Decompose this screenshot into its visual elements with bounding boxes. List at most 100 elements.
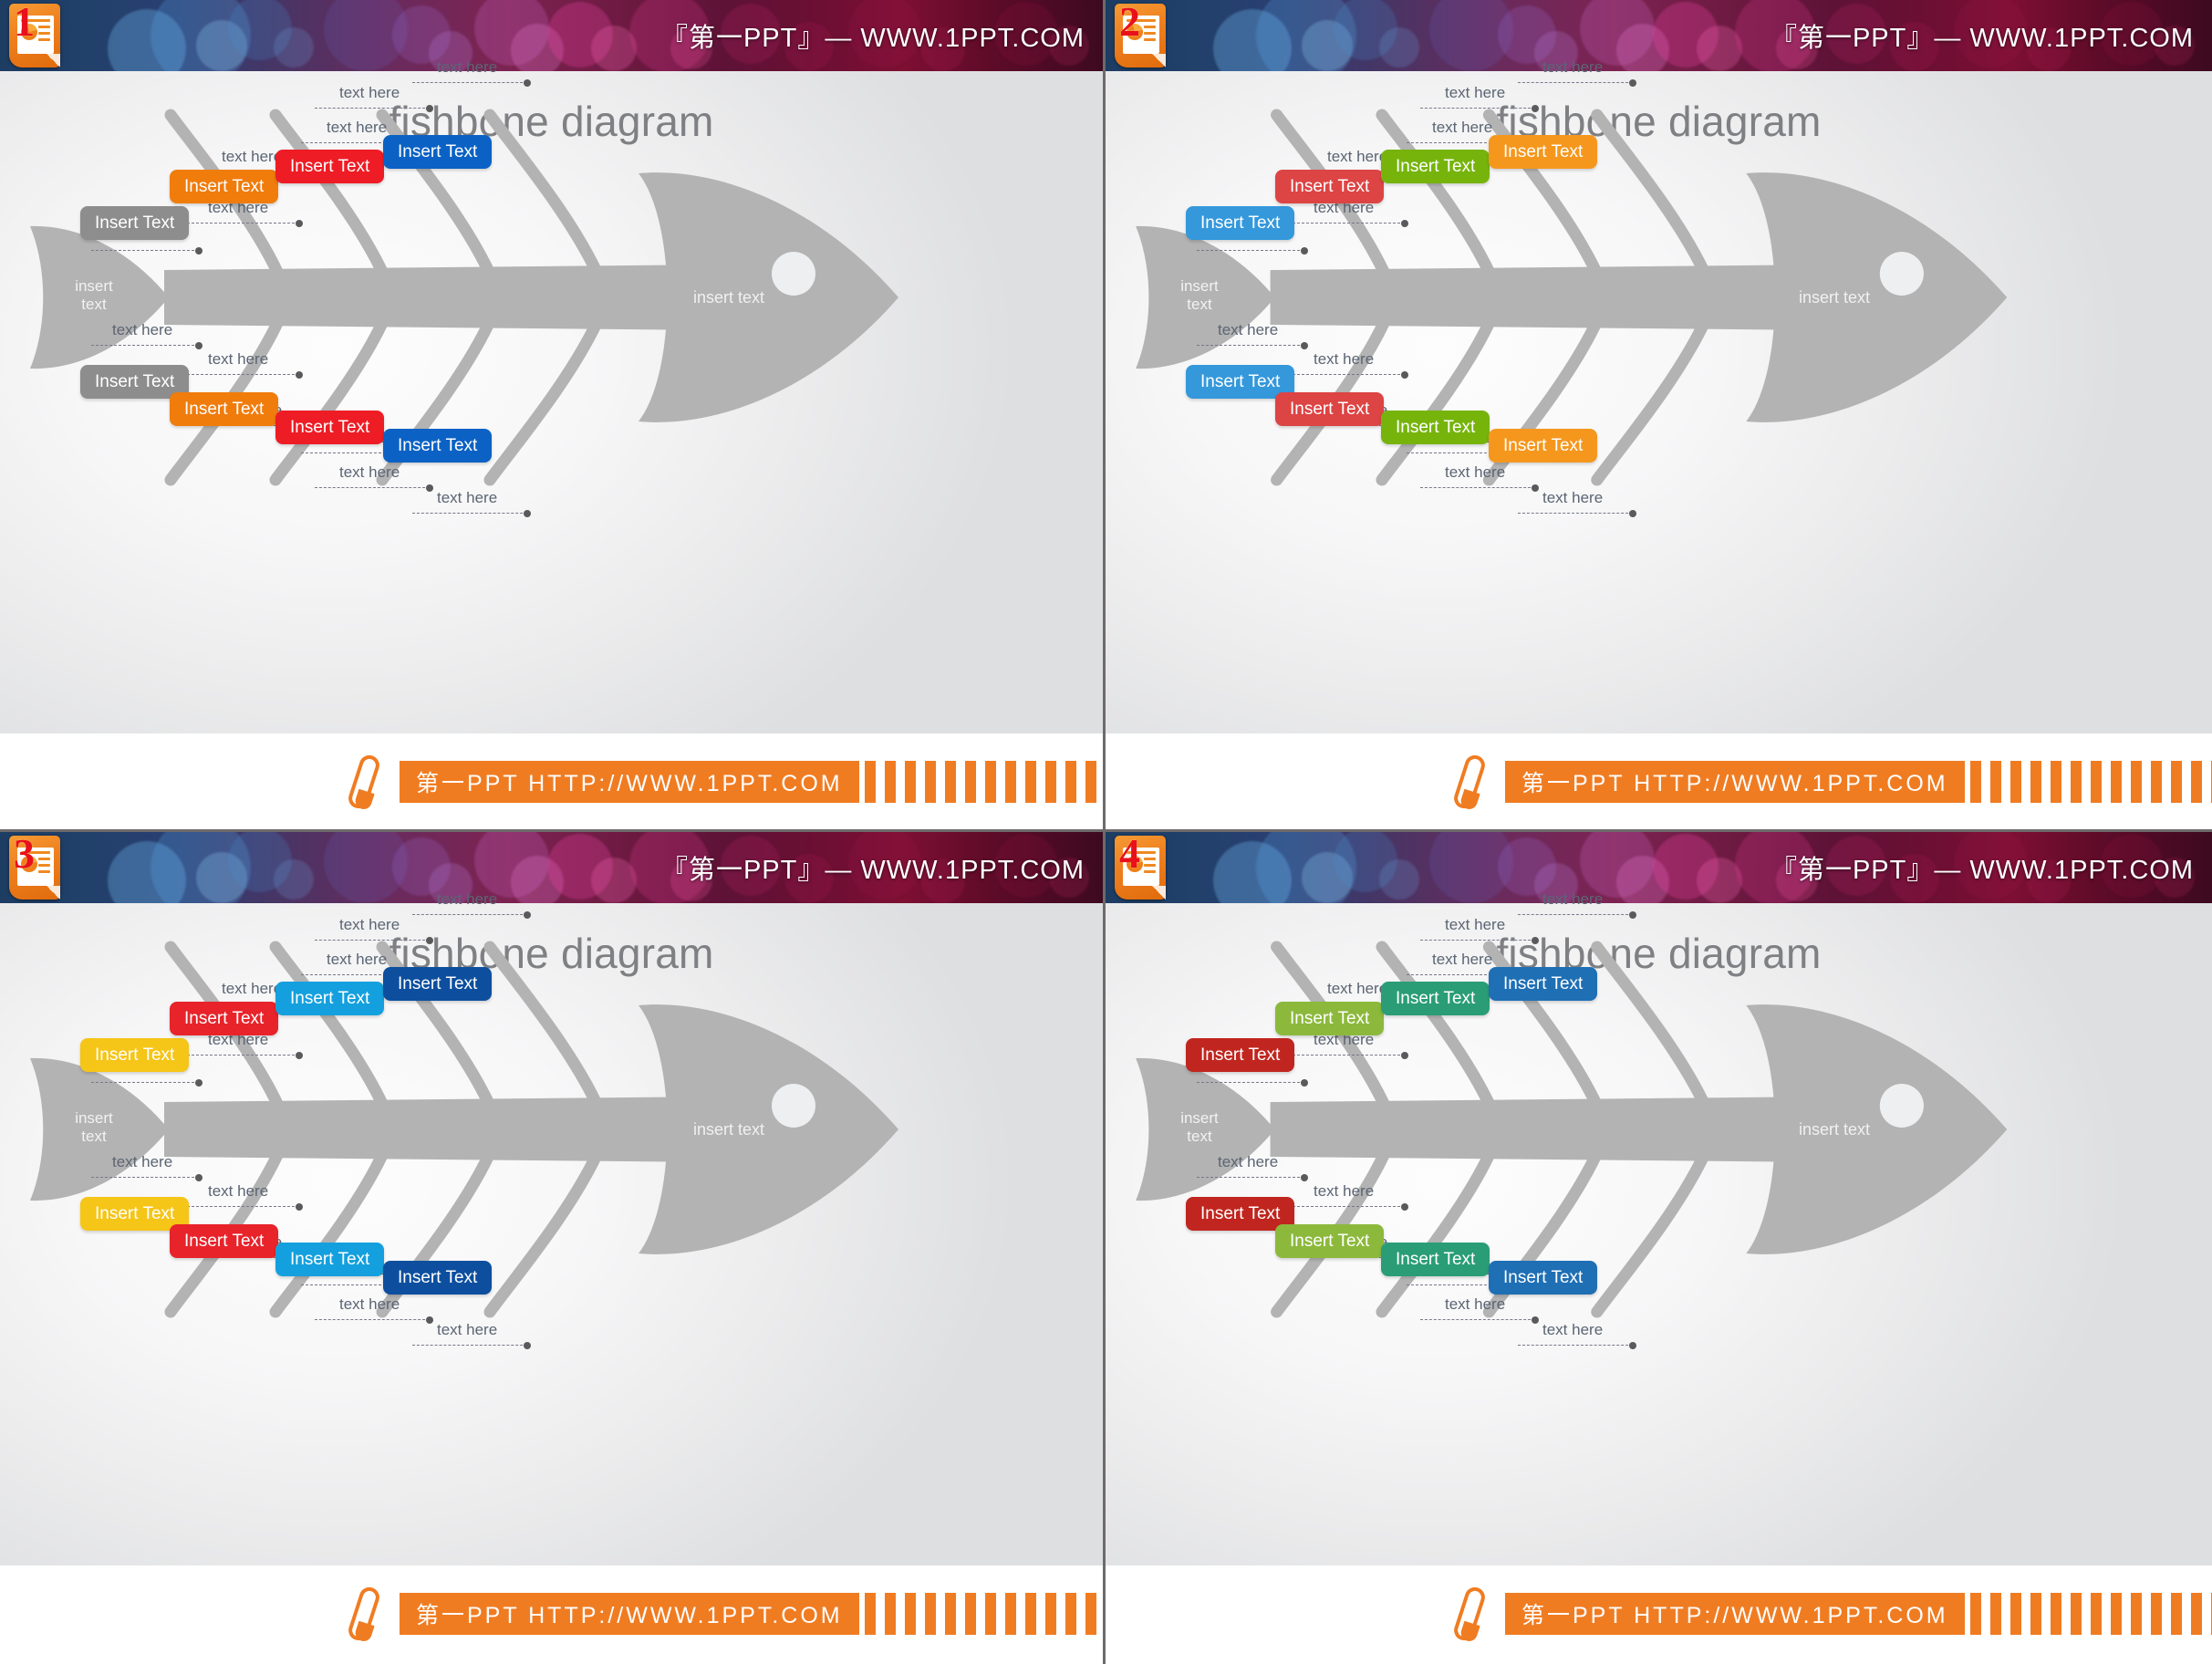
upper-detail-6-leader-line <box>1518 911 1636 919</box>
slide-header-band: 4 『第一PPT』— WWW.1PPT.COM <box>1106 832 2212 903</box>
category-chip-bottom-2[interactable]: Insert Text <box>170 1224 279 1258</box>
lower-detail-5-label: text here <box>1445 463 1506 481</box>
tail-insert-text: insert text <box>44 1109 144 1145</box>
tail-text-line-2: text <box>1187 1127 1212 1145</box>
category-chip-bottom-3[interactable]: Insert Text <box>1381 1243 1490 1276</box>
upper-detail-3-label: text here <box>222 148 283 165</box>
lower-detail-6-label: text here <box>437 1321 498 1338</box>
fishbone-diagram: insert text insert text text here text here t… <box>1106 890 2212 1565</box>
category-chip-top-2[interactable]: Insert Text <box>170 170 279 203</box>
lower-detail-1-leader-line <box>1197 342 1308 349</box>
fish-head <box>639 172 898 422</box>
pen-icon <box>346 1584 387 1643</box>
category-chip-top-4[interactable]: Insert Text <box>383 967 493 1001</box>
rib-bone-lower <box>1376 315 1496 486</box>
category-chip-bottom-3[interactable]: Insert Text <box>275 1243 385 1276</box>
rib-bone-upper <box>269 941 389 1112</box>
slide-grid: 1 『第一PPT』— WWW.1PPT.COM fishbone diagram in… <box>0 0 2212 1664</box>
lower-detail-5-leader-line <box>315 1316 433 1324</box>
tail-text-line-1: insert <box>75 277 113 295</box>
rib-bone-upper <box>269 109 389 280</box>
slide-number-badge: 3 <box>14 832 35 877</box>
category-chip-bottom-3[interactable]: Insert Text <box>1381 411 1490 444</box>
footer-url-bar: 第一PPT HTTP://WWW.1PPT.COM <box>400 1592 859 1635</box>
slide-body: fishbone diagram insert text insert text tex… <box>0 58 1103 733</box>
category-chip-bottom-2[interactable]: Insert Text <box>1275 1224 1385 1258</box>
category-chip-bottom-4[interactable]: Insert Text <box>383 1261 493 1295</box>
fish-head <box>1746 1004 2008 1254</box>
category-chip-top-1[interactable]: Insert Text <box>1186 1038 1295 1072</box>
head-insert-text: insert text <box>1799 288 1871 307</box>
rib-bone-lower <box>483 1147 604 1318</box>
category-chip-top-1[interactable]: Insert Text <box>80 206 190 240</box>
footer-stripes-decoration <box>1969 760 2212 803</box>
category-chip-top-2[interactable]: Insert Text <box>170 1002 279 1035</box>
slide-header-band: 3 『第一PPT』— WWW.1PPT.COM <box>0 832 1103 903</box>
category-chip-bottom-3[interactable]: Insert Text <box>275 411 385 444</box>
category-chip-top-4[interactable]: Insert Text <box>383 135 493 169</box>
category-chip-top-3[interactable]: Insert Text <box>1381 150 1490 183</box>
category-chip-bottom-2[interactable]: Insert Text <box>1275 392 1385 426</box>
lower-detail-2-leader-line <box>1288 1203 1408 1211</box>
upper-detail-5-label: text here <box>339 84 400 101</box>
fish-spine <box>164 1097 721 1162</box>
upper-detail-6-label: text here <box>1542 890 1604 908</box>
fish-eye <box>772 1084 815 1128</box>
lower-detail-2-label: text here <box>208 350 269 368</box>
fishbone-diagram: insert text insert text text here text here t… <box>1106 58 2212 733</box>
upper-detail-6-label: text here <box>1542 58 1604 76</box>
upper-detail-5-leader-line <box>1420 105 1539 112</box>
rib-bone-upper <box>1376 941 1496 1112</box>
lower-detail-1-leader-line <box>91 1174 203 1181</box>
tail-insert-text: insert text <box>1149 1109 1250 1145</box>
lower-detail-5-label: text here <box>339 463 400 481</box>
lower-detail-5-leader-line <box>315 484 433 492</box>
category-chip-bottom-4[interactable]: Insert Text <box>1489 1261 1598 1295</box>
upper-detail-3-label: text here <box>1327 148 1388 165</box>
footer-stripes-decoration <box>864 1592 1103 1635</box>
upper-detail-5-label: text here <box>1445 84 1506 101</box>
lower-detail-6-label: text here <box>437 489 498 506</box>
lower-detail-2-leader-line <box>182 1203 303 1211</box>
ppt-slide-preview-2[interactable]: 2 『第一PPT』— WWW.1PPT.COM fishbone diagram in… <box>1106 0 2212 832</box>
slide-footer: 第一PPT HTTP://WWW.1PPT.COM <box>1106 1565 2212 1661</box>
icon-line <box>38 32 50 35</box>
slide-body: fishbone diagram insert text insert text tex… <box>1106 890 2212 1565</box>
ppt-slide-preview-4[interactable]: 4 『第一PPT』— WWW.1PPT.COM fishbone diagram in… <box>1106 832 2212 1664</box>
upper-detail-1-leader-line <box>1197 1079 1308 1087</box>
category-chip-top-4[interactable]: Insert Text <box>1489 967 1598 1001</box>
ppt-slide-preview-1[interactable]: 1 『第一PPT』— WWW.1PPT.COM fishbone diagram in… <box>0 0 1106 832</box>
fishbone-skeleton <box>30 941 898 1318</box>
footer-url-bar: 第一PPT HTTP://WWW.1PPT.COM <box>1505 1592 1965 1635</box>
powerpoint-file-icon: 1 <box>9 1 60 68</box>
slide-footer: 第一PPT HTTP://WWW.1PPT.COM <box>0 1565 1103 1661</box>
category-chip-top-2[interactable]: Insert Text <box>1275 170 1385 203</box>
ppt-slide-preview-3[interactable]: 3 『第一PPT』— WWW.1PPT.COM fishbone diagram in… <box>0 832 1106 1664</box>
icon-line <box>38 864 50 867</box>
slide-header-band: 2 『第一PPT』— WWW.1PPT.COM <box>1106 0 2212 71</box>
header-brand-text: 『第一PPT』— WWW.1PPT.COM <box>660 24 1085 53</box>
category-chip-top-3[interactable]: Insert Text <box>275 150 385 183</box>
lower-detail-6-leader-line <box>1518 510 1636 517</box>
category-chip-top-1[interactable]: Insert Text <box>1186 206 1295 240</box>
lower-detail-2-leader-line <box>1288 371 1408 379</box>
category-chip-bottom-4[interactable]: Insert Text <box>383 429 493 463</box>
tail-insert-text: insert text <box>1149 277 1250 313</box>
category-chip-top-3[interactable]: Insert Text <box>275 982 385 1015</box>
category-chip-bottom-2[interactable]: Insert Text <box>170 392 279 426</box>
upper-detail-4-label: text here <box>327 119 388 136</box>
lower-detail-6-leader-line <box>412 1342 531 1349</box>
fish-head <box>1746 172 2008 422</box>
powerpoint-file-icon: 2 <box>1115 1 1166 68</box>
head-insert-text: insert text <box>1799 1120 1871 1139</box>
fish-spine <box>1270 265 1829 330</box>
icon-line <box>1144 858 1156 860</box>
tail-text-line-2: text <box>1187 295 1212 313</box>
category-chip-top-3[interactable]: Insert Text <box>1381 982 1490 1015</box>
category-chip-top-2[interactable]: Insert Text <box>1275 1002 1385 1035</box>
lower-detail-1-label: text here <box>1218 1153 1279 1170</box>
category-chip-top-1[interactable]: Insert Text <box>80 1038 190 1072</box>
pen-icon <box>346 752 387 811</box>
category-chip-top-4[interactable]: Insert Text <box>1489 135 1598 169</box>
category-chip-bottom-4[interactable]: Insert Text <box>1489 429 1598 463</box>
